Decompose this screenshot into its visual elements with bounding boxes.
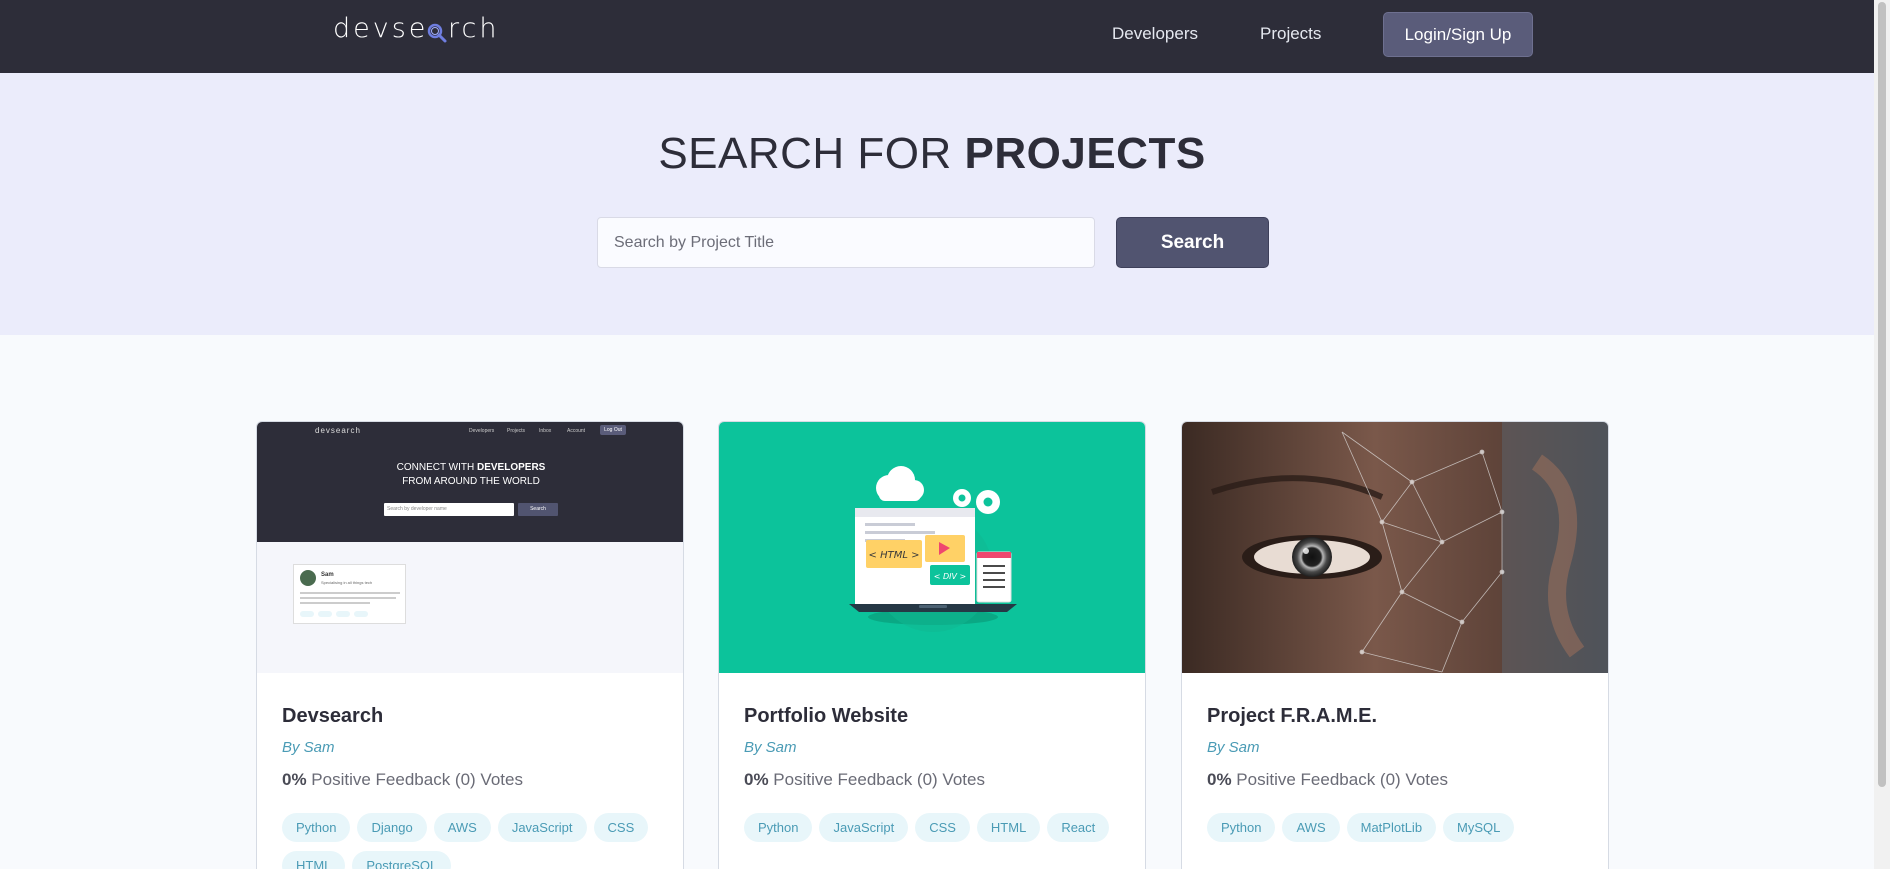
tag[interactable]: Django [357, 813, 427, 842]
thumb-text-line [300, 592, 400, 594]
feedback-percent: 0% [282, 770, 307, 789]
thumb-headline-2: FROM AROUND THE WORLD [402, 476, 540, 487]
project-author[interactable]: By Sam [744, 739, 1124, 756]
scrollbar-thumb[interactable] [1878, 2, 1886, 787]
feedback-text: Positive Feedback (0) Votes [306, 770, 523, 789]
project-card-portfolio[interactable]: < HTML > < DIV > Portfolio Website By Sa… [718, 421, 1146, 869]
feedback-text: Positive Feedback (0) Votes [768, 770, 985, 789]
thumb-tag [336, 611, 350, 617]
project-feedback: 0% Positive Feedback (0) Votes [282, 770, 662, 790]
project-card-devsearch[interactable]: devsearch Developers Projects Inbox Acco… [256, 421, 684, 869]
feedback-text: Positive Feedback (0) Votes [1231, 770, 1448, 789]
thumb-profile-name: Sam [321, 572, 334, 578]
thumb-headline-1-bold: DEVELOPERS [477, 462, 546, 473]
project-feedback: 0% Positive Feedback (0) Votes [744, 770, 1124, 790]
logo-text-suffix: rch [447, 13, 500, 44]
magnifier-icon: a [428, 13, 448, 44]
project-card-body: Project F.R.A.M.E. By Sam 0% Positive Fe… [1207, 705, 1587, 842]
project-feedback: 0% Positive Feedback (0) Votes [1207, 770, 1587, 790]
page-title-light: SEARCH FOR [658, 129, 965, 178]
nav-projects-link[interactable]: Projects [1260, 24, 1321, 44]
thumb-dark-hero: devsearch Developers Projects Inbox Acco… [257, 422, 683, 542]
project-title[interactable]: Portfolio Website [744, 705, 1124, 728]
project-search-input[interactable] [597, 217, 1095, 268]
thumb-search-button: Search [518, 503, 558, 516]
project-title[interactable]: Project F.R.A.M.E. [1207, 705, 1587, 728]
html-label: < HTML > [869, 550, 920, 561]
tag[interactable]: AWS [433, 813, 491, 842]
tag[interactable]: PostgreSQL [352, 851, 452, 869]
tag[interactable]: MatPlotLib [1346, 813, 1437, 842]
project-title[interactable]: Devsearch [282, 705, 662, 728]
page-title: SEARCH FOR PROJECTS [0, 129, 1864, 179]
tag[interactable]: React [1047, 813, 1110, 842]
search-button[interactable]: Search [1116, 217, 1269, 268]
top-navbar: devsearch Developers Projects Login/Sign… [0, 0, 1874, 73]
nav-developers-link[interactable]: Developers [1112, 24, 1198, 44]
project-tags: Python JavaScript CSS HTML React [744, 813, 1124, 842]
thumb-nav-2: Projects [507, 428, 526, 434]
project-tags: Python AWS MatPlotLib MySQL [1207, 813, 1587, 842]
thumb-logo: devsearch [315, 426, 361, 435]
logo-text-prefix: devse [333, 13, 429, 44]
feedback-percent: 0% [1207, 770, 1232, 789]
thumb-tag [354, 611, 368, 617]
project-author[interactable]: By Sam [1207, 739, 1587, 756]
thumb-search-input: Search by developer name [384, 503, 514, 516]
project-card-body: Portfolio Website By Sam 0% Positive Fee… [744, 705, 1124, 842]
devsearch-logo[interactable]: devsearch [333, 13, 499, 44]
feedback-percent: 0% [744, 770, 769, 789]
tag[interactable]: MySQL [1443, 813, 1515, 842]
project-thumbnail-devsearch[interactable]: devsearch Developers Projects Inbox Acco… [257, 422, 683, 673]
div-label: < DIV > [934, 572, 966, 581]
tag[interactable]: AWS [1282, 813, 1340, 842]
thumb-profile-subtitle: Specialising in all things tech [321, 580, 373, 585]
page: devsearch Developers Projects Login/Sign… [0, 0, 1874, 869]
cloud-icon [876, 466, 924, 501]
tag[interactable]: HTML [282, 851, 346, 869]
thumb-logout: Log Out [600, 425, 626, 435]
tag[interactable]: HTML [976, 813, 1041, 842]
search-hero-section: SEARCH FOR PROJECTS Search [0, 73, 1874, 335]
thumb-profile-card: Sam Specialising in all things tech [293, 564, 406, 624]
project-card-frame[interactable]: Project F.R.A.M.E. By Sam 0% Positive Fe… [1181, 421, 1609, 869]
project-author[interactable]: By Sam [282, 739, 662, 756]
project-thumbnail-frame[interactable] [1182, 422, 1608, 673]
thumb-avatar [300, 570, 316, 586]
face-scan-image [1182, 422, 1608, 673]
tag[interactable]: CSS [915, 813, 970, 842]
thumb-nav-3: Inbox [539, 428, 552, 434]
project-tags: Python Django AWS JavaScript CSS HTML Po… [282, 813, 662, 869]
tag[interactable]: Python [282, 813, 351, 842]
thumb-tag [318, 611, 332, 617]
thumb-light-body: Sam Specialising in all things tech [257, 542, 683, 673]
thumb-text-line [300, 597, 396, 599]
web-development-illustration: < HTML > < DIV > [849, 466, 1017, 632]
project-thumbnail-portfolio[interactable]: < HTML > < DIV > [719, 422, 1145, 673]
thumb-nav-4: Account [567, 428, 586, 434]
login-signup-button[interactable]: Login/Sign Up [1383, 12, 1533, 57]
tag[interactable]: JavaScript [497, 813, 587, 842]
thumb-nav-1: Developers [469, 428, 495, 434]
tag[interactable]: Python [744, 813, 813, 842]
thumb-tag [300, 611, 314, 617]
tag[interactable]: Python [1207, 813, 1276, 842]
project-card-body: Devsearch By Sam 0% Positive Feedback (0… [282, 705, 662, 869]
thumb-text-line [300, 602, 370, 604]
tag[interactable]: CSS [593, 813, 649, 842]
tag[interactable]: JavaScript [819, 813, 909, 842]
vertical-scrollbar[interactable] [1874, 0, 1890, 869]
thumb-headline-1-light: CONNECT WITH [396, 462, 477, 473]
thumb-headline-1: CONNECT WITH DEVELOPERS [257, 462, 683, 473]
page-title-bold: PROJECTS [964, 129, 1206, 178]
